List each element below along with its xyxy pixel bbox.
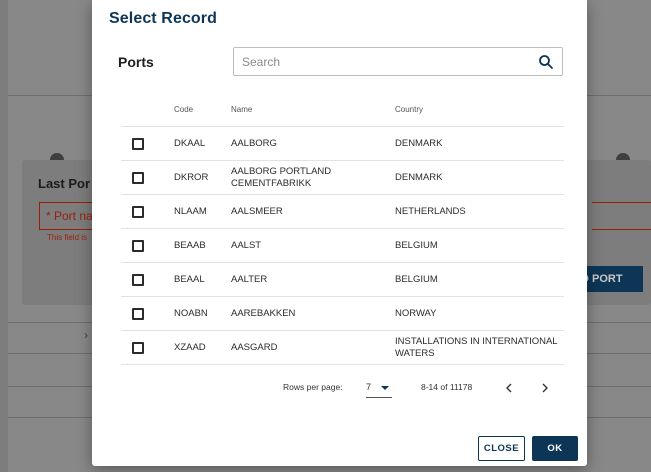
column-header-code: Code — [174, 105, 194, 114]
chevron-left-icon — [506, 383, 512, 393]
table-row[interactable]: DKROR AALBORG PORTLAND CEMENTFABRIKK DEN… — [121, 161, 564, 195]
search-input[interactable] — [234, 48, 524, 75]
rows-per-page-select[interactable]: 7 — [366, 378, 392, 398]
cell-code: NLAAM — [174, 205, 207, 217]
table-header: Code Name Country — [121, 94, 564, 127]
row-checkbox[interactable] — [132, 274, 144, 286]
table-row[interactable]: NOABN AAREBAKKEN NORWAY — [121, 297, 564, 331]
cell-name: AALBORG PORTLAND CEMENTFABRIKK — [231, 165, 332, 189]
caret-down-icon — [381, 386, 389, 390]
row-checkbox[interactable] — [132, 342, 144, 354]
page-range: 8-14 of 11178 — [421, 382, 473, 392]
cell-country: DENMARK — [395, 171, 443, 183]
chevron-right-icon — [542, 383, 548, 393]
column-header-country: Country — [395, 105, 424, 114]
cell-country: NETHERLANDS — [395, 205, 466, 217]
ports-table: Code Name Country DKAAL AALBORG DENMARK … — [121, 94, 564, 365]
background-port-name-field-end — [592, 202, 651, 230]
previous-page-button[interactable] — [500, 378, 518, 398]
row-checkbox[interactable] — [132, 206, 144, 218]
cell-code: NOABN — [174, 307, 208, 319]
dialog-title: Select Record — [109, 10, 218, 27]
cell-name: AAREBAKKEN — [231, 307, 296, 319]
cell-country: NORWAY — [395, 307, 437, 319]
cell-code: XZAAD — [174, 341, 206, 353]
background-dialog-title: Last Por — [38, 176, 91, 191]
cell-country: BELGIUM — [395, 239, 438, 251]
background-chevron-icon: › — [84, 328, 88, 342]
cell-code: DKROR — [174, 171, 209, 183]
section-label: Ports — [118, 54, 154, 70]
row-checkbox[interactable] — [132, 172, 144, 184]
cell-name: AALST — [231, 239, 262, 251]
row-checkbox[interactable] — [132, 138, 144, 150]
cell-code: BEAAL — [174, 273, 205, 285]
next-page-button[interactable] — [536, 378, 554, 398]
close-button[interactable]: CLOSE — [478, 436, 525, 461]
table-row[interactable]: NLAAM AALSMEER NETHERLANDS — [121, 195, 564, 229]
search-icon[interactable] — [538, 54, 554, 70]
ok-button[interactable]: OK — [532, 436, 578, 461]
table-row[interactable]: BEAAB AALST BELGIUM — [121, 229, 564, 263]
cell-name: AALTER — [231, 273, 268, 285]
background-error-text: This field is — [47, 233, 88, 242]
cell-code: BEAAB — [174, 239, 206, 251]
cell-name: AALSMEER — [231, 205, 283, 217]
cell-name: AALBORG — [231, 137, 277, 149]
rows-per-page-value: 7 — [366, 382, 372, 392]
select-record-dialog: Select Record Ports Code Name Country DK… — [92, 0, 587, 466]
table-row[interactable]: DKAAL AALBORG DENMARK — [121, 127, 564, 161]
table-row[interactable]: XZAAD AASGARD INSTALLATIONS IN INTERNATI… — [121, 331, 564, 365]
cell-country: DENMARK — [395, 137, 443, 149]
column-header-name: Name — [231, 105, 253, 114]
cell-country: INSTALLATIONS IN INTERNATIONAL WATERS — [395, 335, 558, 359]
cell-code: DKAAL — [174, 137, 206, 149]
table-row[interactable]: BEAAL AALTER BELGIUM — [121, 263, 564, 297]
cell-name: AASGARD — [231, 341, 278, 353]
row-checkbox[interactable] — [132, 308, 144, 320]
pagination: Rows per page: 7 8-14 of 11178 — [92, 378, 587, 398]
search-box — [233, 47, 563, 76]
rows-per-page-label: Rows per page: — [283, 382, 343, 392]
cell-country: BELGIUM — [395, 273, 438, 285]
row-checkbox[interactable] — [132, 240, 144, 252]
